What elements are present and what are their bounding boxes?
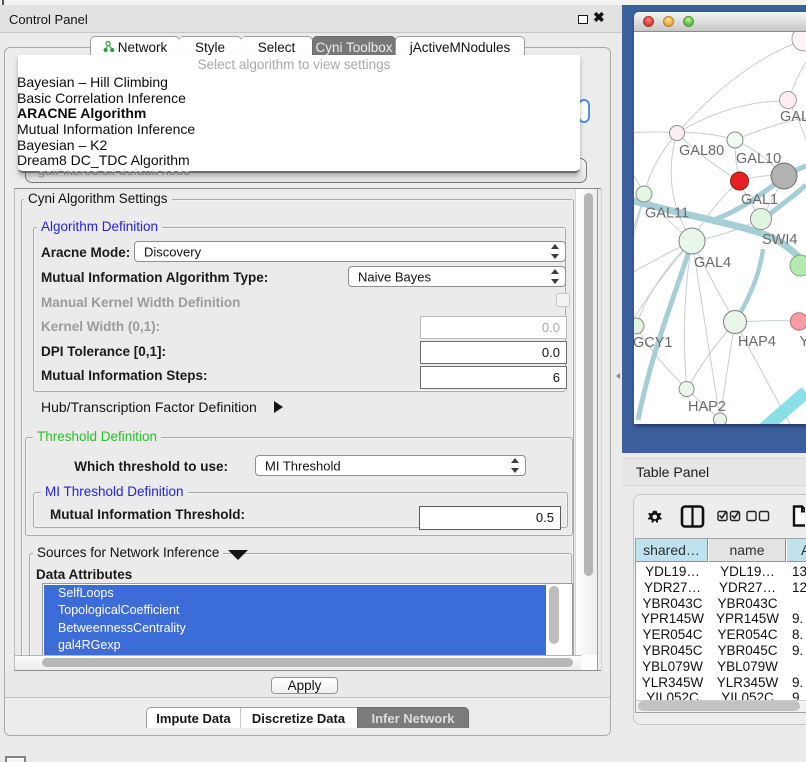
svg-text:SWI4: SWI4 <box>762 232 797 248</box>
svg-text:YL: YL <box>800 334 806 350</box>
svg-text:GAL80: GAL80 <box>679 143 724 159</box>
svg-text:GAL1: GAL1 <box>741 192 778 208</box>
svg-text:GAL7: GAL7 <box>780 109 806 125</box>
svg-text:GAL11: GAL11 <box>645 206 689 222</box>
svg-text:GCY1: GCY1 <box>634 335 673 351</box>
svg-text:HAP4: HAP4 <box>738 334 776 350</box>
svg-text:HAP2: HAP2 <box>688 399 726 415</box>
svg-text:GAL10: GAL10 <box>736 151 781 167</box>
svg-text:GAL4: GAL4 <box>694 255 731 271</box>
